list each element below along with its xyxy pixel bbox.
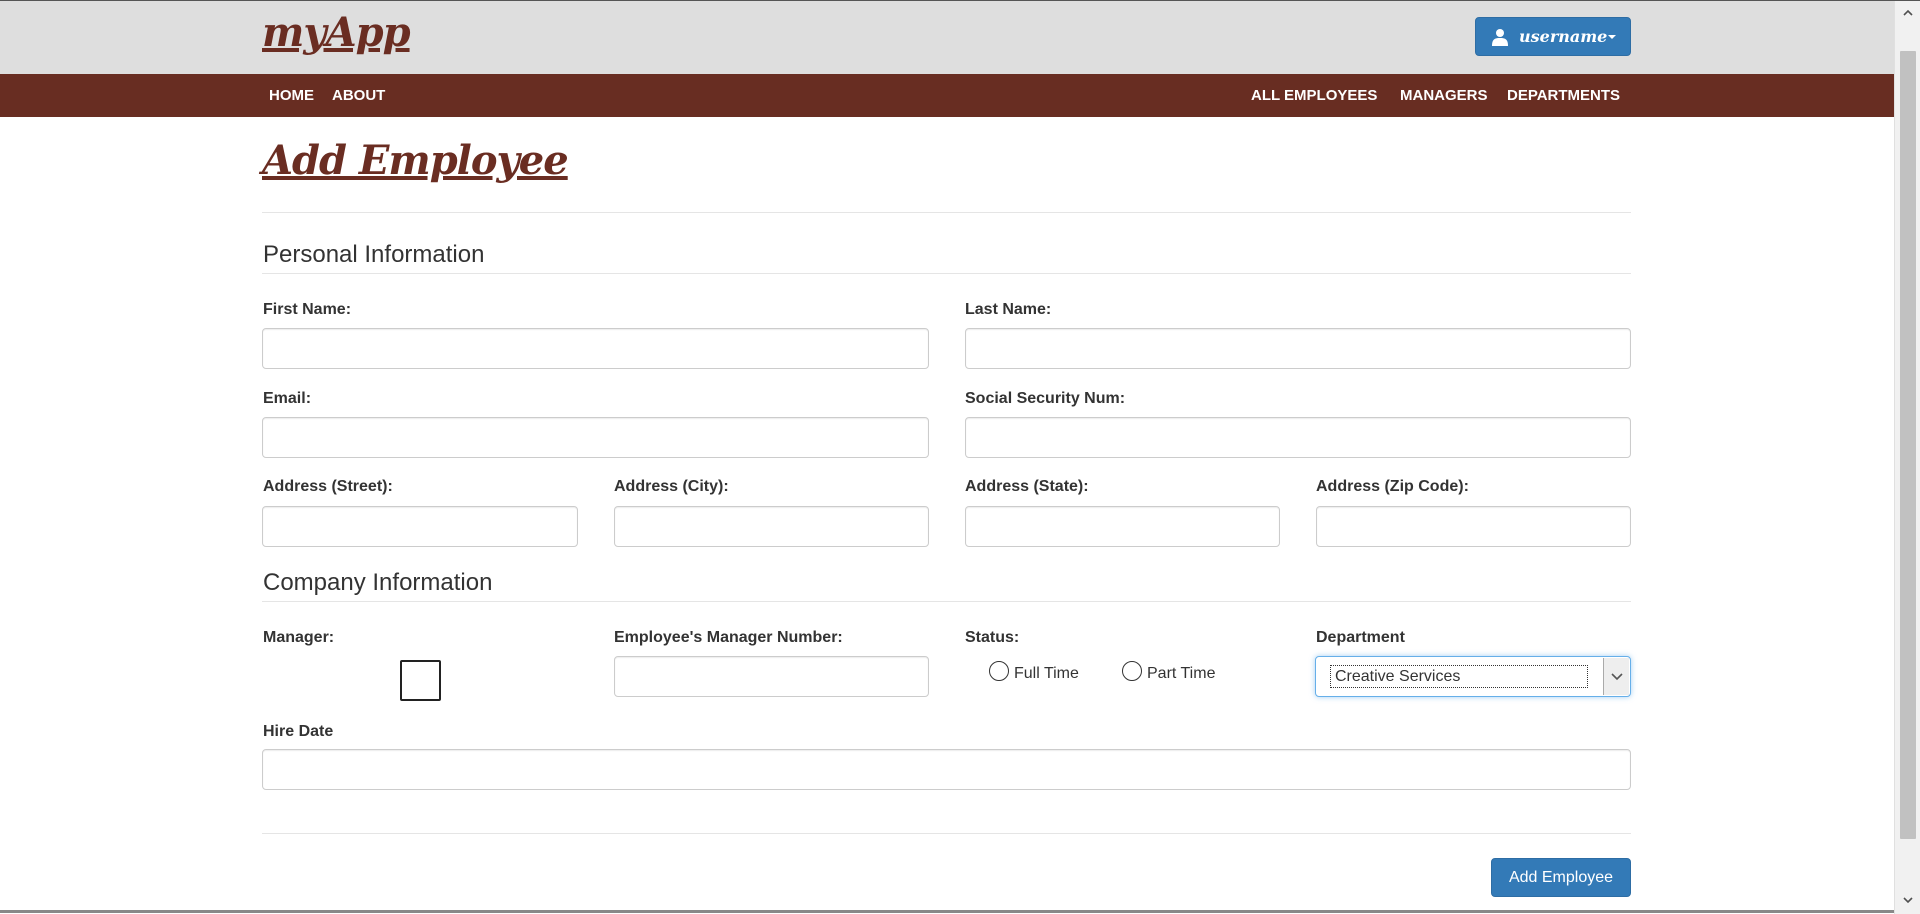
company-info-heading: Company Information xyxy=(263,569,493,596)
status-part-time-radio[interactable] xyxy=(1122,661,1142,681)
address-city-label: Address (City): xyxy=(614,478,729,495)
nav-home[interactable]: HOME xyxy=(269,74,314,117)
personal-info-heading: Personal Information xyxy=(263,241,485,268)
user-menu-button[interactable]: username xyxy=(1475,17,1631,56)
status-full-time-label: Full Time xyxy=(1014,665,1079,682)
status-full-time-radio[interactable] xyxy=(989,661,1009,681)
user-icon xyxy=(1492,28,1508,46)
scroll-up-icon[interactable] xyxy=(1902,7,1914,19)
top-header: myApp username xyxy=(0,1,1894,74)
hire-date-input[interactable] xyxy=(262,749,1631,790)
status-label: Status: xyxy=(965,629,1020,646)
title-divider xyxy=(262,212,1631,213)
nav-managers[interactable]: MANAGERS xyxy=(1400,74,1488,117)
status-part-time-label: Part Time xyxy=(1147,665,1216,682)
department-label: Department xyxy=(1316,629,1405,646)
address-street-input[interactable] xyxy=(262,506,578,547)
email-input[interactable] xyxy=(262,417,929,458)
vertical-scrollbar[interactable] xyxy=(1894,1,1920,914)
add-employee-button[interactable]: Add Employee xyxy=(1491,858,1631,897)
chevron-down-icon xyxy=(1610,672,1623,680)
manager-number-label: Employee's Manager Number: xyxy=(614,629,843,646)
select-arrow[interactable] xyxy=(1603,658,1629,695)
email-label: Email: xyxy=(263,390,312,407)
company-info-divider xyxy=(262,601,1631,602)
ssn-label: Social Security Num: xyxy=(965,390,1126,407)
last-name-label: Last Name: xyxy=(965,301,1052,318)
personal-info-divider xyxy=(262,273,1631,274)
page-title: Add Employee xyxy=(262,137,569,184)
address-state-label: Address (State): xyxy=(965,478,1089,495)
address-city-input[interactable] xyxy=(614,506,929,547)
manager-label: Manager: xyxy=(263,629,335,646)
address-state-input[interactable] xyxy=(965,506,1280,547)
department-select[interactable]: Creative Services xyxy=(1315,656,1631,697)
scrollbar-thumb[interactable] xyxy=(1900,51,1916,839)
brand-logo[interactable]: myApp xyxy=(262,9,411,56)
hire-date-label: Hire Date xyxy=(263,723,334,740)
first-name-label: First Name: xyxy=(263,301,352,318)
nav-all-employees[interactable]: ALL EMPLOYEES xyxy=(1251,74,1377,117)
user-menu-label: username xyxy=(1519,27,1608,46)
manager-number-input[interactable] xyxy=(614,656,929,697)
main-navbar: HOME ABOUT ALL EMPLOYEES MANAGERS DEPART… xyxy=(0,74,1894,117)
nav-departments[interactable]: DEPARTMENTS xyxy=(1507,74,1620,117)
nav-about[interactable]: ABOUT xyxy=(332,74,385,117)
address-zip-label: Address (Zip Code): xyxy=(1316,478,1469,495)
form-footer-divider xyxy=(262,833,1631,834)
address-zip-input[interactable] xyxy=(1316,506,1631,547)
last-name-input[interactable] xyxy=(965,328,1631,369)
ssn-input[interactable] xyxy=(965,417,1631,458)
address-street-label: Address (Street): xyxy=(263,478,393,495)
scroll-down-icon[interactable] xyxy=(1902,894,1914,906)
first-name-input[interactable] xyxy=(262,328,929,369)
department-selected-value: Creative Services xyxy=(1330,665,1588,688)
manager-checkbox[interactable] xyxy=(400,660,441,701)
caret-down-icon xyxy=(1608,34,1616,39)
